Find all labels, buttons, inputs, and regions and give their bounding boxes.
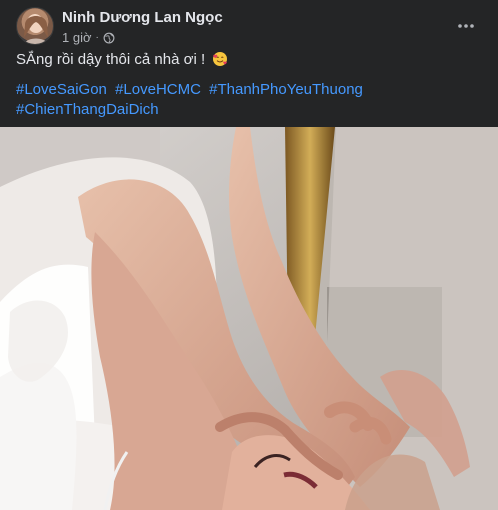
- author-avatar[interactable]: [16, 7, 54, 45]
- hashtag-link[interactable]: #ChienThangDaiDich: [16, 101, 159, 118]
- hashtag-link[interactable]: #ThanhPhoYeuThuong: [209, 81, 363, 98]
- post-caption: SẮng rồi dậy thôi cả nhà ơi !: [16, 50, 482, 70]
- avatar-portrait: [23, 15, 49, 44]
- author-name[interactable]: Ninh Dương Lan Ngọc: [62, 9, 223, 26]
- more-options-button[interactable]: [450, 10, 482, 42]
- meta-separator: ·: [95, 32, 99, 43]
- more-options-icon: [458, 24, 474, 28]
- post-photo-illustration: [0, 127, 498, 510]
- post-photo[interactable]: [0, 127, 498, 510]
- post-header: Ninh Dương Lan Ngọc 1 giờ ·: [16, 7, 482, 47]
- smiling-face-with-hearts-emoji: [213, 52, 228, 66]
- hashtag-list: #LoveSaiGon #LoveHCMC #ThanhPhoYeuThuong…: [16, 80, 482, 120]
- facebook-post: Ninh Dương Lan Ngọc 1 giờ · SẮng rồi dậy…: [0, 0, 498, 510]
- hashtag-link[interactable]: #LoveSaiGon: [16, 81, 107, 98]
- post-time[interactable]: 1 giờ: [62, 30, 92, 45]
- hashtag-link[interactable]: #LoveHCMC: [115, 81, 201, 98]
- post-meta: 1 giờ ·: [62, 30, 115, 45]
- globe-icon[interactable]: [103, 32, 115, 44]
- caption-text: SẮng rồi dậy thôi cả nhà ơi !: [16, 51, 206, 68]
